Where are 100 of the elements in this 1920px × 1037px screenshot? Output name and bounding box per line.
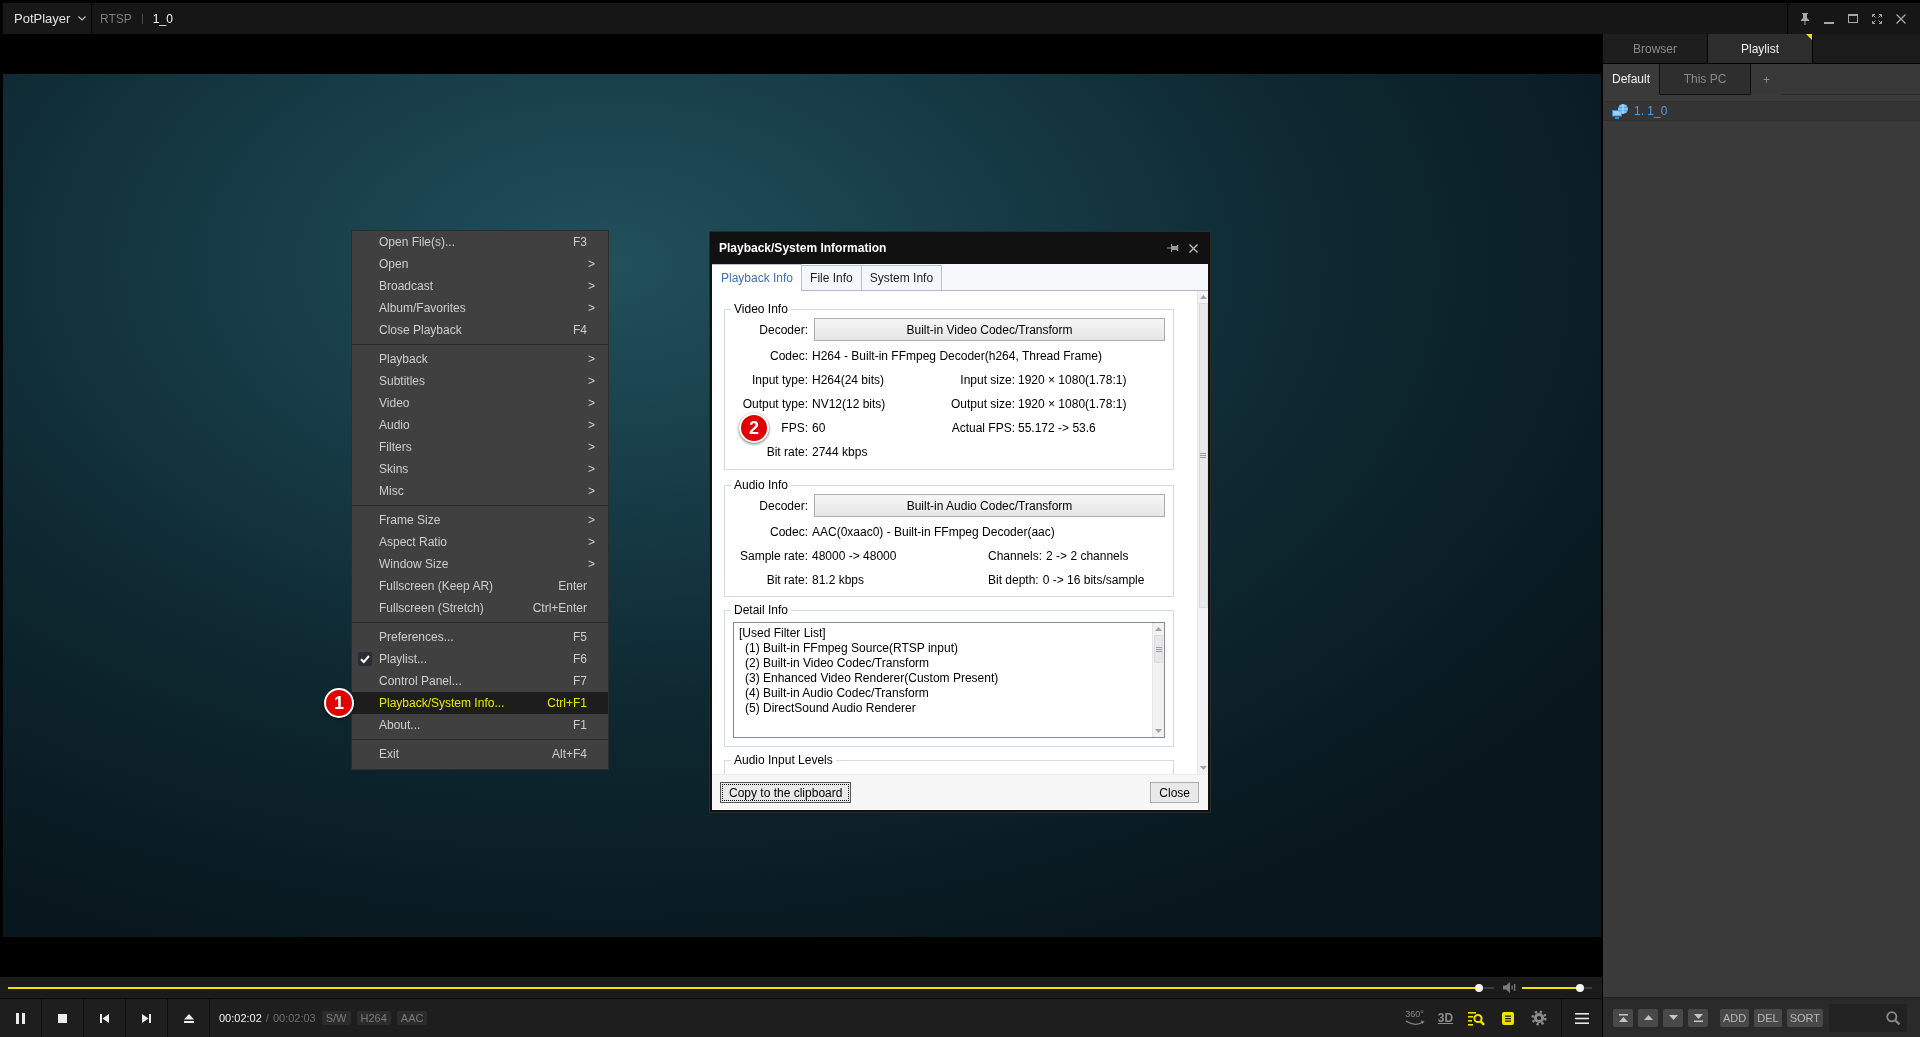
previous-icon [100, 1013, 109, 1023]
menu-item[interactable]: Aspect Ratio > [352, 531, 608, 553]
playlist-action-button[interactable]: DEL [1754, 1008, 1782, 1027]
shortcut-label: F6 [573, 652, 588, 666]
move-up-button[interactable] [1638, 1008, 1658, 1027]
slider-handle[interactable] [1576, 983, 1585, 992]
vr-360-button[interactable]: 360° [1404, 1010, 1425, 1026]
time-separator: / [265, 1012, 269, 1024]
field-value: 0 -> 16 bits/sample [1042, 573, 1145, 587]
search-field[interactable] [1829, 1003, 1907, 1032]
menu-item[interactable]: Playlist... F6 [352, 648, 608, 670]
text-line: (5) DirectSound Audio Renderer [745, 701, 916, 716]
move-top-button[interactable] [1613, 1008, 1633, 1027]
menu-item[interactable]: Video > [352, 392, 608, 414]
shortcut-label: F4 [573, 323, 588, 337]
submenu-arrow: > [588, 513, 596, 527]
playlist-item[interactable]: 1. 1_0 [1603, 101, 1920, 121]
menu-item[interactable]: Open File(s)... F3 [352, 231, 608, 253]
menu-item[interactable]: Open > [352, 253, 608, 275]
move-bottom-button[interactable] [1688, 1008, 1708, 1027]
field-label: Channels: [988, 549, 1043, 563]
menu-item[interactable]: Playback > [352, 348, 608, 370]
pin-icon[interactable] [1167, 243, 1179, 253]
menu-item[interactable]: Playback/System Info... Ctrl+F1 [352, 692, 608, 714]
tab[interactable]: Playlist [1708, 34, 1813, 63]
tab[interactable]: System Info [860, 265, 943, 290]
menu-item[interactable]: Control Panel... F7 [352, 670, 608, 692]
tab[interactable]: Playback Info [712, 264, 803, 291]
playlist-action-button[interactable]: ADD [1720, 1008, 1750, 1027]
submenu-arrow: > [588, 257, 596, 271]
menu-item[interactable]: Audio > [352, 414, 608, 436]
fullscreen-icon[interactable] [1872, 13, 1882, 24]
menu-icon[interactable] [1575, 1012, 1589, 1024]
scrollbar[interactable] [1197, 291, 1208, 774]
field-label: FPS: [781, 421, 808, 435]
arc-arrow-icon [1404, 1020, 1425, 1026]
field-value: 60 [812, 421, 826, 435]
field-value: NV12(12 bits) [812, 397, 886, 411]
field-value: 1920 × 1080(1.78:1) [1018, 397, 1127, 411]
move-down-button[interactable] [1663, 1008, 1683, 1027]
dialog-button[interactable]: Close [1150, 782, 1199, 803]
menu-item[interactable]: Preferences... F5 [352, 626, 608, 648]
field-label: Output type: [742, 397, 808, 411]
group-title: Detail Info [733, 603, 790, 618]
close-icon[interactable] [1896, 13, 1906, 24]
field-label: Bit rate: [766, 573, 808, 587]
field-label: Input type: [751, 373, 808, 387]
window-title: 1_0 [152, 11, 173, 26]
slider-handle[interactable] [1475, 983, 1484, 992]
maximize-icon[interactable] [1848, 14, 1858, 23]
submenu-arrow: > [588, 462, 596, 476]
menu-item[interactable]: Misc > [352, 480, 608, 502]
field-value: 2744 kbps [812, 445, 868, 459]
close-icon[interactable] [1189, 243, 1198, 253]
field-label: Sample rate: [739, 549, 808, 563]
detail-text-box[interactable] [733, 622, 1165, 738]
arrow-down-icon [1668, 1015, 1678, 1020]
field-value: H264(24 bits) [812, 373, 885, 387]
menu-item[interactable]: Exit Alt+F4 [352, 743, 608, 765]
menu-item[interactable]: Subtitles > [352, 370, 608, 392]
scrollbar[interactable] [1152, 623, 1164, 737]
group-title: Audio Info [733, 478, 790, 493]
settings-icon[interactable] [1530, 1010, 1547, 1026]
menu-item[interactable]: Frame Size > [352, 509, 608, 531]
text-line: (1) Built-in FFmpeg Source(RTSP input) [745, 641, 958, 656]
group-title: Video Info [733, 302, 789, 317]
search-icon [1886, 1010, 1900, 1025]
shortcut-label: F5 [573, 630, 588, 644]
decoder-button[interactable]: Built-in Video Codec/Transform [814, 318, 1165, 341]
minimize-icon[interactable] [1824, 21, 1834, 24]
menu-item[interactable]: Filters > [352, 436, 608, 458]
pin-icon[interactable] [1800, 12, 1810, 25]
menu-item[interactable]: Window Size > [352, 553, 608, 575]
tab[interactable]: This PC [1660, 64, 1751, 95]
pause-icon [16, 1012, 25, 1024]
shortcut-label: F3 [573, 235, 588, 249]
3d-view-button[interactable]: 3D [1437, 1012, 1454, 1024]
grip-icon [1155, 646, 1162, 652]
speaker-icon[interactable] [1503, 982, 1516, 993]
menu-item[interactable]: Skins > [352, 458, 608, 480]
scroll-thumb[interactable] [1198, 303, 1208, 608]
total-time: 00:02:03 [272, 1012, 316, 1024]
menu-item[interactable]: Fullscreen (Keep AR) Enter [352, 575, 608, 597]
scroll-thumb[interactable] [1154, 635, 1163, 663]
list-search-icon[interactable] [1468, 1010, 1485, 1026]
menu-item[interactable]: Album/Favorites > [352, 297, 608, 319]
menu-item[interactable]: Fullscreen (Stretch) Ctrl+Enter [352, 597, 608, 619]
playlist-action-button[interactable]: SORT [1786, 1008, 1823, 1027]
decoder-button[interactable]: Built-in Audio Codec/Transform [814, 494, 1165, 517]
field-value: 55.172 -> 53.6 [1018, 421, 1096, 435]
menu-item[interactable]: Broadcast > [352, 275, 608, 297]
submenu-arrow: > [588, 279, 596, 293]
field-label: Input size: [960, 373, 1015, 387]
menu-item[interactable]: About... F1 [352, 714, 608, 736]
menu-item[interactable]: Close Playback F4 [352, 319, 608, 341]
document-icon[interactable] [1501, 1011, 1514, 1025]
field-value: H264 - Built-in FFmpeg Decoder(h264, Thread Frame) [812, 349, 1102, 363]
eject-icon [183, 1013, 194, 1023]
dialog-button[interactable]: Copy to the clipboard [720, 782, 852, 803]
arrow-up-icon [1643, 1015, 1653, 1020]
